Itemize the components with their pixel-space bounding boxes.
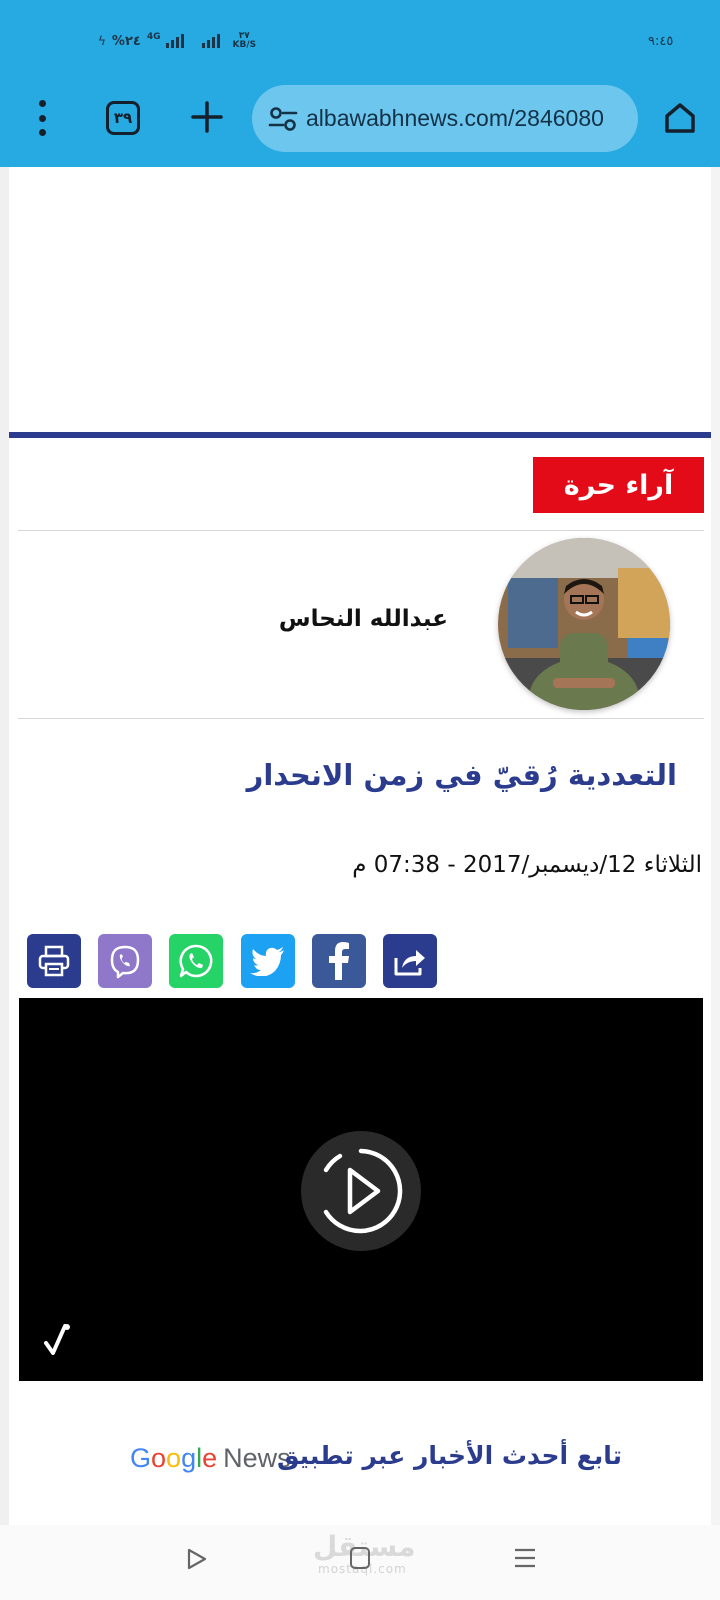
viber-button[interactable]: [98, 934, 152, 988]
print-button[interactable]: [27, 934, 81, 988]
article-title: التعددية رُقيّ في زمن الانحدار: [246, 758, 677, 792]
video-player[interactable]: [19, 998, 703, 1381]
facebook-icon: [329, 942, 349, 980]
plus-icon[interactable]: [189, 99, 225, 135]
share-icon: [394, 950, 425, 976]
twitter-button[interactable]: [241, 934, 295, 988]
play-icon: [323, 1148, 403, 1234]
back-icon[interactable]: [184, 1547, 208, 1571]
section-divider: [9, 432, 711, 438]
tab-switcher-button[interactable]: ٣٩: [106, 101, 140, 135]
twitter-icon: [250, 947, 284, 976]
print-icon: [38, 945, 70, 977]
article-date: الثلاثاء 12/ديسمبر/2017 - 07:38 م: [352, 852, 702, 878]
screen: ٩:٤٥ ϟ %٢٤ 4G ٣٧ KB/S albawabhnews.com/2…: [0, 0, 720, 1600]
home-icon: [665, 103, 695, 133]
signal-icon-2: [202, 34, 221, 48]
network-type: 4G: [146, 32, 161, 42]
page-gutter-left: [0, 167, 9, 1525]
google-news-logo[interactable]: Google News: [130, 1443, 291, 1474]
browser-toolbar: ٩:٤٥ ϟ %٢٤ 4G ٣٧ KB/S albawabhnews.com/2…: [0, 0, 720, 167]
divider: [18, 718, 704, 719]
viber-icon: [110, 945, 140, 979]
author-photo-image: [498, 538, 670, 710]
author-name[interactable]: عبدالله النحاس: [250, 606, 448, 632]
whatsapp-button[interactable]: [169, 934, 223, 988]
play-button[interactable]: [301, 1131, 421, 1251]
recents-icon[interactable]: [514, 1547, 536, 1569]
share-button[interactable]: [383, 934, 437, 988]
charging-icon: ϟ: [98, 34, 106, 48]
data-speed: ٣٧ KB/S: [232, 31, 257, 50]
page-gutter-right: [711, 167, 720, 1525]
author-avatar[interactable]: [498, 538, 670, 710]
whatsapp-icon: [179, 944, 213, 978]
ad-placeholder: [9, 167, 711, 432]
signal-icon: [166, 34, 185, 48]
home-button[interactable]: [658, 96, 702, 140]
home-nav-icon[interactable]: [350, 1547, 370, 1569]
status-indicators: ϟ %٢٤ 4G ٣٧ KB/S: [98, 32, 256, 50]
section-label[interactable]: آراء حرة: [533, 457, 704, 513]
follow-google-news-link[interactable]: تابع أحدث الأخبار عبر تطبيق: [277, 1441, 622, 1470]
address-bar[interactable]: albawabhnews.com/2846080: [252, 85, 638, 152]
more-vert-icon[interactable]: [32, 100, 52, 136]
tune-icon[interactable]: [268, 105, 298, 133]
status-time: ٩:٤٥: [648, 34, 674, 49]
system-navigation-bar: مستقل mostaql.com: [0, 1525, 720, 1600]
facebook-button[interactable]: [312, 934, 366, 988]
divider: [18, 530, 704, 531]
url-text[interactable]: albawabhnews.com/2846080: [306, 105, 604, 132]
video-player-logo-icon: [44, 1324, 70, 1355]
battery-level: %٢٤: [111, 33, 141, 49]
